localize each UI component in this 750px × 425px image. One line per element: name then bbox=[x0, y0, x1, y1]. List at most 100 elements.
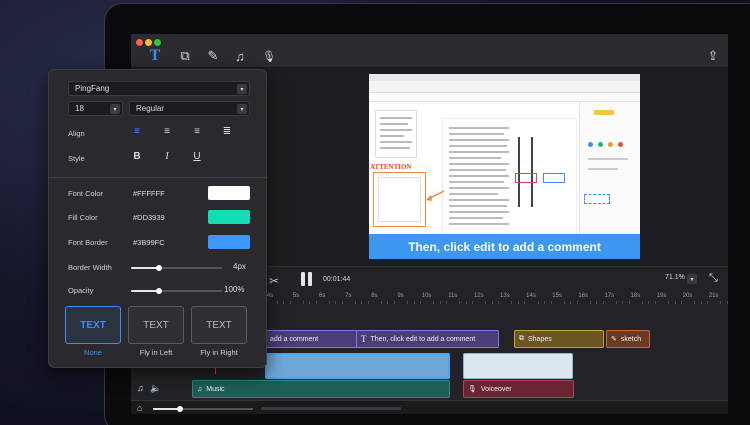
fill-color-swatch[interactable] bbox=[208, 210, 250, 224]
ruler-minor-tick bbox=[674, 301, 676, 304]
close-window-button[interactable] bbox=[136, 39, 143, 46]
ruler-tick-label: 7s bbox=[345, 293, 352, 299]
attention-label: ATTENTION bbox=[370, 163, 412, 171]
zoom-level[interactable]: 71.1% bbox=[665, 274, 685, 281]
ruler-minor-tick bbox=[283, 301, 285, 304]
font-border-swatch[interactable] bbox=[208, 235, 250, 249]
video-clip[interactable] bbox=[463, 353, 573, 379]
text-tool-icon[interactable]: T bbox=[145, 46, 165, 66]
ruler-minor-tick bbox=[628, 301, 630, 304]
ruler-minor-tick bbox=[615, 301, 617, 304]
ruler-tick-label: 11s bbox=[448, 293, 458, 299]
speaker-icon[interactable]: 🔈 bbox=[150, 383, 161, 394]
scissors-icon[interactable]: ✂ bbox=[269, 274, 279, 288]
border-width-value: 4px bbox=[233, 262, 246, 271]
video-preview: ATTENTION Then, click edit to add a comm… bbox=[369, 74, 640, 259]
voice-tool-icon[interactable]: 🎙 bbox=[259, 46, 279, 66]
ruler-minor-tick bbox=[276, 301, 278, 304]
ruler-tick-label: 15s bbox=[552, 293, 562, 299]
font-border-hex[interactable]: #3B99FC bbox=[133, 238, 165, 247]
sketch-tool-icon[interactable]: ✎ bbox=[203, 46, 223, 66]
align-center-icon[interactable]: ≡ bbox=[160, 126, 174, 137]
video-clip[interactable] bbox=[265, 353, 450, 379]
animation-fly-in-right-caption: Fly in Right bbox=[200, 348, 238, 357]
text-clip[interactable]: add a comment bbox=[265, 330, 358, 348]
music-clip[interactable]: ♫ Music bbox=[192, 380, 450, 398]
underline-icon[interactable]: U bbox=[190, 151, 204, 162]
ruler-tick-label: 16s bbox=[578, 293, 589, 299]
zoom-dropdown-chevron-icon[interactable]: ▾ bbox=[687, 274, 697, 284]
align-right-icon[interactable]: ≡ bbox=[190, 126, 204, 137]
shapes-clip[interactable]: ⧉ Shapes bbox=[514, 330, 604, 348]
ruler-tick-label: 19s bbox=[656, 293, 667, 299]
align-justify-icon[interactable]: ≣ bbox=[220, 126, 234, 137]
ruler-minor-tick bbox=[654, 301, 656, 304]
timeline-footer: ⌂ bbox=[131, 400, 728, 414]
italic-icon[interactable]: I bbox=[160, 151, 174, 162]
ruler-minor-tick bbox=[550, 301, 552, 304]
font-family-select[interactable]: PingFang ▾ bbox=[68, 81, 250, 96]
text-icon: T bbox=[361, 334, 367, 344]
animation-none-caption: None bbox=[84, 348, 102, 357]
ruler-tick-label: 17s bbox=[604, 293, 615, 299]
ruler-minor-tick bbox=[641, 301, 643, 304]
ruler-minor-tick bbox=[361, 301, 363, 304]
fit-timeline-icon[interactable]: ⤡ bbox=[709, 272, 718, 285]
chevron-down-icon: ▾ bbox=[237, 84, 247, 94]
ruler-minor-tick bbox=[602, 301, 604, 304]
ruler-minor-tick bbox=[544, 301, 546, 304]
text-clip[interactable]: T Then, click edit to add a comment bbox=[356, 330, 499, 348]
fill-color-label: Fill Color bbox=[68, 213, 98, 222]
preview-toolbar bbox=[369, 81, 640, 93]
sketch-icon: ✎ bbox=[611, 336, 617, 343]
animation-fly-in-right-option[interactable]: TEXT bbox=[191, 306, 247, 344]
ruler-minor-tick bbox=[668, 301, 670, 304]
panel-divider bbox=[49, 177, 268, 178]
font-size-select[interactable]: 18 ▾ bbox=[68, 101, 123, 116]
chevron-down-icon: ▾ bbox=[110, 104, 120, 114]
ruler-minor-tick bbox=[537, 301, 539, 304]
ruler-tick-label: 20s bbox=[682, 293, 693, 299]
ruler-minor-tick bbox=[491, 301, 493, 304]
font-family-value: PingFang bbox=[75, 84, 110, 93]
page-thumbnail bbox=[375, 110, 417, 158]
ruler-minor-tick bbox=[524, 301, 526, 304]
font-weight-select[interactable]: Regular ▾ bbox=[129, 101, 250, 116]
ruler-minor-tick bbox=[315, 301, 317, 304]
ruler-minor-tick bbox=[367, 301, 369, 304]
zoom-window-button[interactable] bbox=[154, 39, 161, 46]
export-icon[interactable]: ⇪ bbox=[703, 46, 723, 66]
bold-icon[interactable]: B bbox=[130, 151, 144, 162]
chevron-down-icon: ▾ bbox=[237, 104, 247, 114]
ruler-minor-tick bbox=[393, 301, 395, 304]
shapes-icon: ⧉ bbox=[519, 335, 524, 342]
horizontal-scrollbar[interactable] bbox=[261, 407, 401, 410]
opacity-slider[interactable] bbox=[131, 288, 222, 294]
fill-color-hex[interactable]: #DD3939 bbox=[133, 213, 165, 222]
border-width-slider[interactable] bbox=[131, 265, 222, 271]
music-tool-icon[interactable]: ♫ bbox=[230, 46, 250, 66]
screen-icon[interactable]: ⌂ bbox=[137, 403, 142, 413]
preview-side-panel bbox=[579, 102, 640, 234]
pointer-arrow-icon bbox=[426, 190, 445, 201]
font-color-hex[interactable]: #FFFFFF bbox=[133, 189, 165, 198]
animation-fly-in-left-option[interactable]: TEXT bbox=[128, 306, 184, 344]
timeline-zoom-slider[interactable] bbox=[153, 406, 253, 412]
shapes-tool-icon[interactable]: ⧉ bbox=[175, 46, 195, 66]
minimize-window-button[interactable] bbox=[145, 39, 152, 46]
ruler-minor-tick bbox=[302, 301, 304, 304]
ruler-minor-tick bbox=[407, 301, 409, 304]
ruler-minor-tick bbox=[681, 301, 683, 304]
ruler-tick-label: 21s bbox=[708, 293, 719, 299]
preview-window-chrome bbox=[369, 74, 640, 81]
align-left-icon[interactable]: ≡ bbox=[130, 126, 144, 137]
sketch-clip[interactable]: ✎ sketch bbox=[606, 330, 650, 348]
animation-none-option[interactable]: TEXT bbox=[65, 306, 121, 344]
clip-label: Music bbox=[206, 385, 225, 393]
ruler-minor-tick bbox=[459, 301, 461, 304]
ruler-tick-label: 8s bbox=[371, 293, 378, 299]
voiceover-clip[interactable]: 🎙 Voiceover bbox=[463, 380, 574, 398]
font-weight-value: Regular bbox=[136, 104, 165, 113]
font-color-swatch[interactable] bbox=[208, 186, 250, 200]
align-label: Align bbox=[68, 129, 85, 138]
